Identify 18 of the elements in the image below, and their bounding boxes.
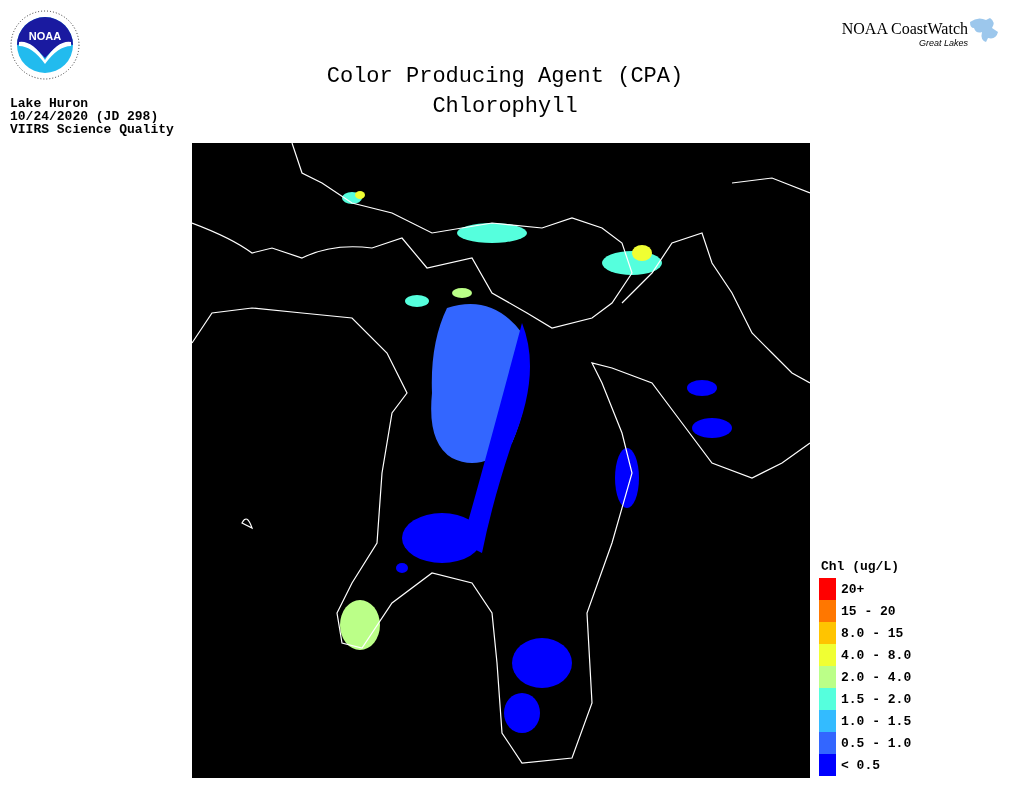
map-title: Color Producing Agent (CPA)	[326, 63, 684, 91]
info-line: 10/24/2020 (JD 298)	[10, 110, 159, 123]
info-line: Lake Huron	[10, 97, 89, 110]
legend-title: Chl (ug/L)	[821, 559, 900, 574]
legend-label: 20+	[841, 581, 865, 597]
legend-label: 2.0 - 4.0	[841, 669, 912, 685]
info-line: VIIRS Science Quality	[10, 123, 175, 136]
legend-label: 4.0 - 8.0	[841, 647, 912, 663]
map-title: Chlorophyll	[432, 93, 578, 121]
legend-label: 1.0 - 1.5	[841, 713, 912, 729]
brand-logo-title: NOAA CoastWatch	[841, 20, 968, 38]
legend-label: 0.5 - 1.0	[841, 735, 912, 751]
brand-logo-subtitle: Great Lakes	[918, 38, 968, 48]
legend-label: 15 - 20	[841, 603, 896, 619]
legend-label: < 0.5	[841, 757, 880, 773]
legend-label: 1.5 - 2.0	[841, 691, 912, 707]
legend-label: 8.0 - 15	[841, 625, 904, 641]
noaa-logo: NOAA	[10, 10, 80, 80]
